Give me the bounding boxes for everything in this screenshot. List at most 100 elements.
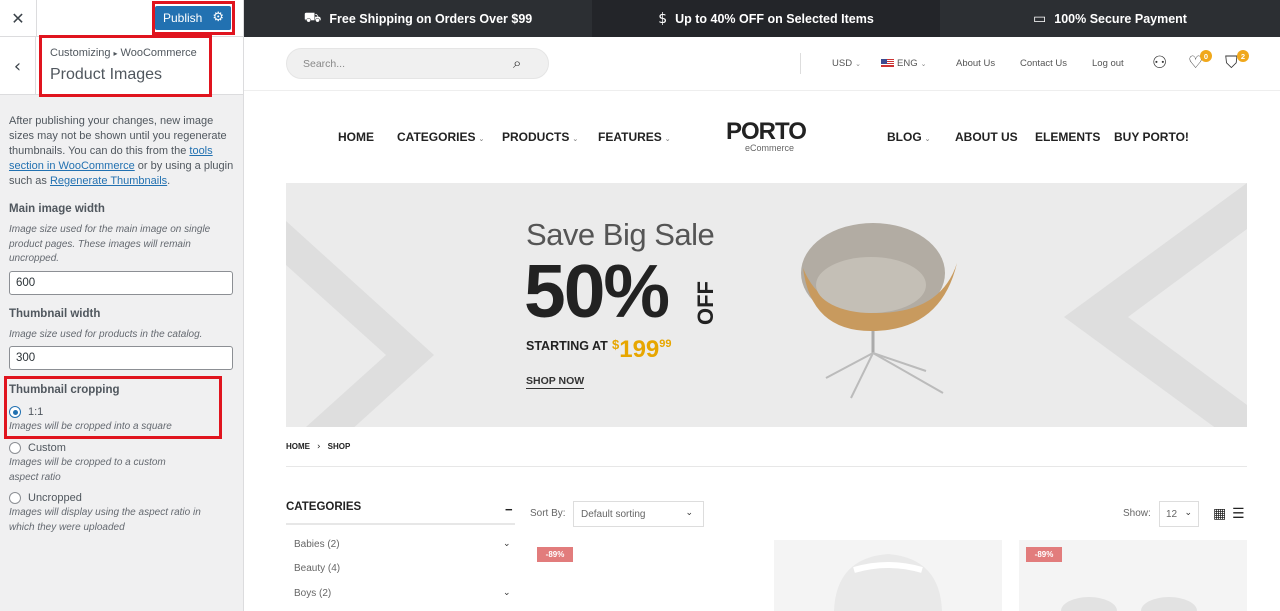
nav-about-us[interactable]: ABOUT US [955, 130, 1018, 144]
chevron-right-icon: › [317, 442, 321, 452]
highlight-box [152, 1, 235, 35]
intro-text: . [167, 175, 171, 187]
about-us-link[interactable]: About Us [956, 58, 995, 69]
promo-item-shipping: ⛟ Free Shipping on Orders Over $99 [244, 0, 592, 37]
nav-features[interactable]: FEATURES ⌄ [598, 130, 671, 144]
main-image-width-title: Main image width [9, 203, 105, 215]
chevron-down-icon[interactable]: ⌄ [503, 539, 511, 549]
log-out-link[interactable]: Log out [1092, 58, 1124, 69]
shop-breadcrumb: HOME › SHOP [286, 442, 350, 452]
thumbnail-width-input[interactable]: 300 [9, 346, 233, 370]
chevron-down-icon: ⌄ [685, 508, 693, 518]
crop-option-description: Images will display using the aspect rat… [9, 507, 201, 533]
nav-label: CATEGORIES [397, 130, 476, 144]
chevron-down-icon: ⌄ [478, 135, 485, 143]
chevron-down-icon: ⌄ [1184, 508, 1192, 518]
truck-icon: ⛟ [303, 9, 322, 26]
cart-icon[interactable]: ⛉ [1225, 53, 1238, 73]
nav-label: PRODUCTS [502, 130, 570, 144]
promo-item-payment: ▭ 100% Secure Payment [940, 0, 1280, 37]
per-page-select[interactable]: 12 ⌄ [1159, 501, 1199, 527]
logo-subtitle: eCommerce [745, 143, 795, 153]
sort-select[interactable]: Default sorting ⌄ [573, 501, 704, 527]
category-item[interactable]: Babies (2) [294, 539, 340, 550]
currency-switcher[interactable]: USD ⌄ [832, 58, 861, 69]
banner-price: $19999 [612, 336, 672, 364]
divider [800, 53, 801, 74]
main-image-width-description: Image size used for the main image on si… [9, 224, 211, 264]
language-switcher[interactable]: ENG ⌄ [881, 58, 926, 69]
nav-categories[interactable]: CATEGORIES ⌄ [397, 130, 484, 144]
grid-view-icon[interactable]: ▦ [1213, 506, 1226, 522]
promo-item-discount: $ Up to 40% OFF on Selected Items [592, 0, 940, 37]
cart-count-badge: 2 [1237, 50, 1249, 62]
search-icon[interactable]: ⌕ [513, 54, 521, 72]
sale-badge: -89% [537, 547, 573, 562]
collapse-icon[interactable]: − [505, 502, 513, 517]
crop-option-uncropped[interactable]: Uncropped [9, 492, 82, 504]
nav-elements[interactable]: ELEMENTS [1035, 130, 1100, 144]
chevron-down-icon[interactable]: ⌄ [503, 588, 511, 598]
per-page-value: 12 [1166, 509, 1178, 520]
banner-percent: 50% [524, 249, 670, 333]
nav-label: BLOG [887, 130, 922, 144]
nav-blog[interactable]: BLOG ⌄ [887, 130, 931, 144]
crop-option-description: Images will be cropped to a custom aspec… [9, 457, 166, 483]
radio-uncropped[interactable] [9, 492, 21, 504]
sort-value: Default sorting [581, 509, 646, 520]
promo-text: 100% Secure Payment [1054, 11, 1187, 26]
product-image [834, 554, 942, 611]
divider [286, 466, 1247, 467]
shop-now-link[interactable]: SHOP NOW [526, 375, 585, 389]
nav-buy-porto[interactable]: BUY PORTO! [1114, 130, 1189, 144]
crop-option-label: Custom [28, 442, 66, 454]
card-icon: ▭ [1033, 10, 1047, 27]
highlight-box [39, 35, 212, 97]
breadcrumb-current: SHOP [327, 442, 351, 451]
us-flag-icon [881, 59, 894, 68]
sale-badge: -89% [1026, 547, 1062, 562]
search-placeholder: Search... [303, 58, 346, 70]
porto-logo[interactable]: PORTO [726, 118, 807, 146]
nav-home[interactable]: HOME [338, 130, 374, 144]
user-icon[interactable]: ⚇ [1152, 53, 1167, 73]
back-button[interactable]: ‹ [0, 37, 36, 95]
nav-products[interactable]: PRODUCTS ⌄ [502, 130, 578, 144]
price-cents: 99 [659, 338, 672, 350]
category-item[interactable]: Boys (2) [294, 588, 331, 599]
divider [244, 90, 1280, 91]
highlight-box [4, 376, 222, 439]
crop-option-custom[interactable]: Custom [9, 442, 66, 454]
sale-banner[interactable]: Save Big Sale 50% OFF STARTING AT $19999… [286, 183, 1247, 427]
breadcrumb-home-link[interactable]: HOME [286, 442, 310, 451]
currency-label: USD [832, 58, 853, 69]
wishlist-count-badge: 0 [1200, 50, 1212, 62]
chevron-down-icon: ⌄ [855, 60, 861, 68]
radio-custom[interactable] [9, 442, 21, 454]
show-label: Show: [1123, 508, 1151, 519]
banner-off: OFF [693, 281, 718, 325]
promo-text: Up to 40% OFF on Selected Items [675, 11, 874, 26]
chair-image [801, 223, 957, 399]
regenerate-thumbnails-link[interactable]: Regenerate Thumbnails [50, 175, 167, 187]
chevron-down-icon: ⌄ [920, 60, 927, 68]
banner-starting-at: STARTING AT [526, 339, 608, 353]
chevron-down-icon: ⌄ [572, 135, 579, 143]
search-input[interactable]: Search... ⌕ [286, 48, 801, 79]
banner-chevron-decoration [286, 183, 1247, 427]
nav-label: FEATURES [598, 130, 662, 144]
category-item[interactable]: Beauty (4) [294, 563, 340, 574]
thumbnail-width-description: Image size used for products in the cata… [9, 329, 203, 340]
banner-headline: Save Big Sale [526, 217, 715, 252]
product-card[interactable] [774, 540, 1002, 611]
price-whole: 199 [619, 336, 660, 363]
close-customizer-button[interactable]: ✕ [0, 0, 37, 37]
main-image-width-input[interactable]: 600 [9, 271, 233, 295]
crop-option-label: Uncropped [28, 492, 82, 504]
sort-label: Sort By: [530, 508, 566, 519]
list-view-icon[interactable]: ☰ [1232, 506, 1245, 522]
contact-us-link[interactable]: Contact Us [1020, 58, 1067, 69]
thumbnail-width-title: Thumbnail width [9, 308, 101, 320]
chevron-down-icon: ⌄ [924, 135, 931, 143]
promo-bar: ⛟ Free Shipping on Orders Over $99 $ Up to… [244, 0, 1280, 37]
